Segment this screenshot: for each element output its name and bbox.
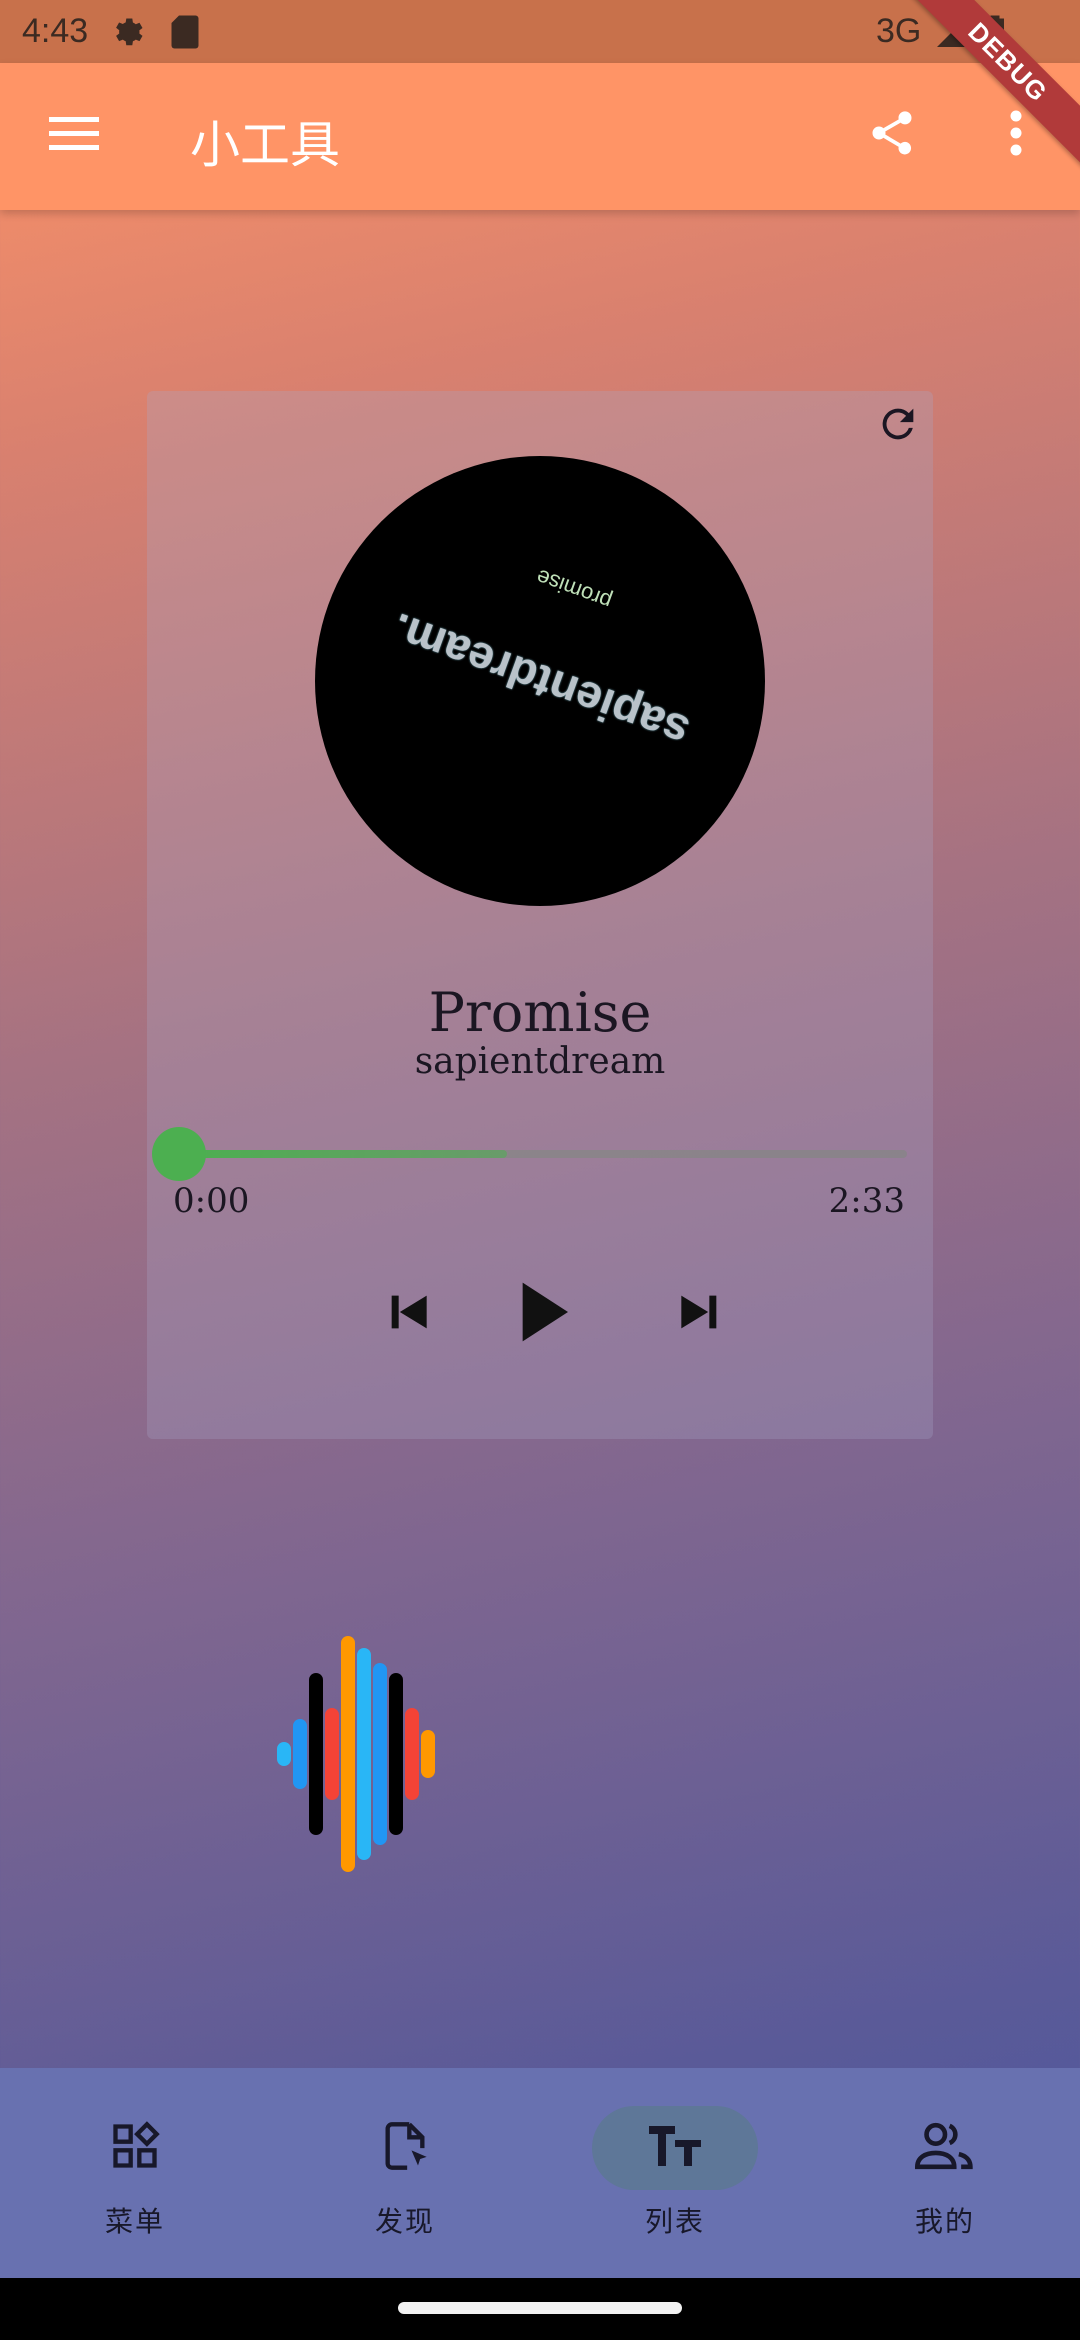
previous-button[interactable] [363,1269,453,1359]
text-fields-icon [647,2124,703,2172]
refresh-button[interactable] [871,399,925,453]
skip-next-icon [672,1284,728,1344]
visualizer-bar [293,1718,307,1790]
nav-label-list: 列表 [644,2205,705,2238]
visualizer-bar [357,1647,371,1861]
visualizer-bar [341,1636,355,1872]
nav-label-mine: 我的 [914,2205,975,2238]
file-cursor-icon [379,2118,431,2178]
nav-pill-list [592,2106,758,2190]
album-art: promise sapientdream. [315,456,765,906]
nav-label-discover: 发现 [374,2205,435,2238]
visualizer-bar [325,1707,339,1800]
visualizer-bar [405,1707,419,1800]
visualizer-bar [309,1672,323,1836]
total-duration: 2:33 [828,1181,905,1221]
nav-pill-menu [52,2106,218,2190]
nav-item-list[interactable]: 列表 [540,2068,810,2278]
nav-item-discover[interactable]: 发现 [270,2068,540,2278]
progress-slider[interactable] [179,1150,907,1158]
share-button[interactable] [856,99,928,171]
visualizer-bar [389,1672,403,1836]
nav-label-menu: 菜单 [104,2205,165,2238]
share-icon [866,105,918,165]
visualizer-bar [373,1663,387,1845]
audio-visualizer [276,1636,516,1876]
song-artist: sapientdream [414,1041,666,1082]
song-title: Promise [428,981,652,1044]
visualizer-bar [421,1730,435,1778]
nav-item-menu[interactable]: 菜单 [0,2068,270,2278]
nav-item-mine[interactable]: 我的 [810,2068,1080,2278]
home-indicator[interactable] [398,2302,682,2314]
app-bar: 小工具 [0,63,1080,210]
album-art-text: sapientdream. [384,603,696,759]
next-button[interactable] [655,1269,745,1359]
progress-thumb[interactable] [152,1127,206,1181]
bottom-navigation: 菜单 发现 列表 我的 [0,2068,1080,2278]
music-player-card: promise sapientdream. Promise sapientdre… [147,391,933,1439]
nav-pill-mine [862,2106,1028,2190]
more-vert-icon [1009,110,1023,160]
system-navigation-bar [0,2278,1080,2340]
widgets-icon [109,2120,161,2176]
status-bar: 4:43 3G [0,0,1080,63]
nav-pill-discover [322,2106,488,2190]
play-icon [516,1280,572,1348]
sd-card-icon [170,14,200,59]
visualizer-bar [277,1742,291,1766]
progress-fill [179,1150,507,1158]
current-time: 0:00 [173,1181,250,1221]
settings-icon [108,14,144,59]
network-type: 3G [876,12,922,50]
menu-button[interactable] [38,99,110,171]
status-time: 4:43 [22,12,89,50]
play-button[interactable] [499,1269,589,1359]
page-title: 小工具 [190,116,340,174]
album-art-text-small: promise [532,564,615,615]
menu-icon [49,115,99,155]
refresh-icon [875,401,921,451]
skip-previous-icon [380,1284,436,1344]
people-icon [914,2120,975,2176]
